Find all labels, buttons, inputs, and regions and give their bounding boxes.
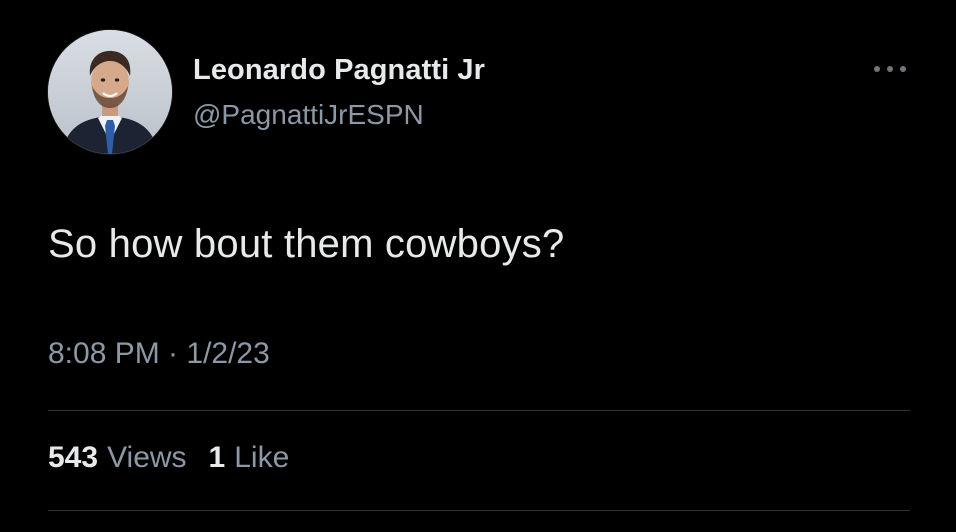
- likes-count: 1: [208, 441, 226, 474]
- profile-photo: [48, 30, 172, 154]
- author-display-name[interactable]: Leonardo Pagnatti Jr: [193, 54, 485, 87]
- author-handle[interactable]: @PagnattiJrESPN: [193, 99, 424, 131]
- avatar[interactable]: [48, 30, 172, 154]
- tweet-text: So how bout them cowboys?: [48, 222, 565, 266]
- divider: [48, 410, 910, 411]
- tweet-timestamp[interactable]: 8:08 PM · 1/2/23: [48, 337, 270, 371]
- likes-stat[interactable]: 1 Like: [209, 441, 290, 475]
- tweet-stats: 543 Views 1 Like: [48, 441, 289, 475]
- more-horizontal-icon: [874, 66, 906, 72]
- views-count: 543: [48, 441, 99, 474]
- views-label: Views: [107, 441, 187, 474]
- divider: [48, 510, 910, 511]
- likes-label: Like: [234, 441, 290, 474]
- more-options-button[interactable]: [868, 56, 912, 82]
- tweet-detail: Leonardo Pagnatti Jr @PagnattiJrESPN So …: [0, 0, 956, 532]
- views-stat[interactable]: 543 Views: [48, 441, 187, 475]
